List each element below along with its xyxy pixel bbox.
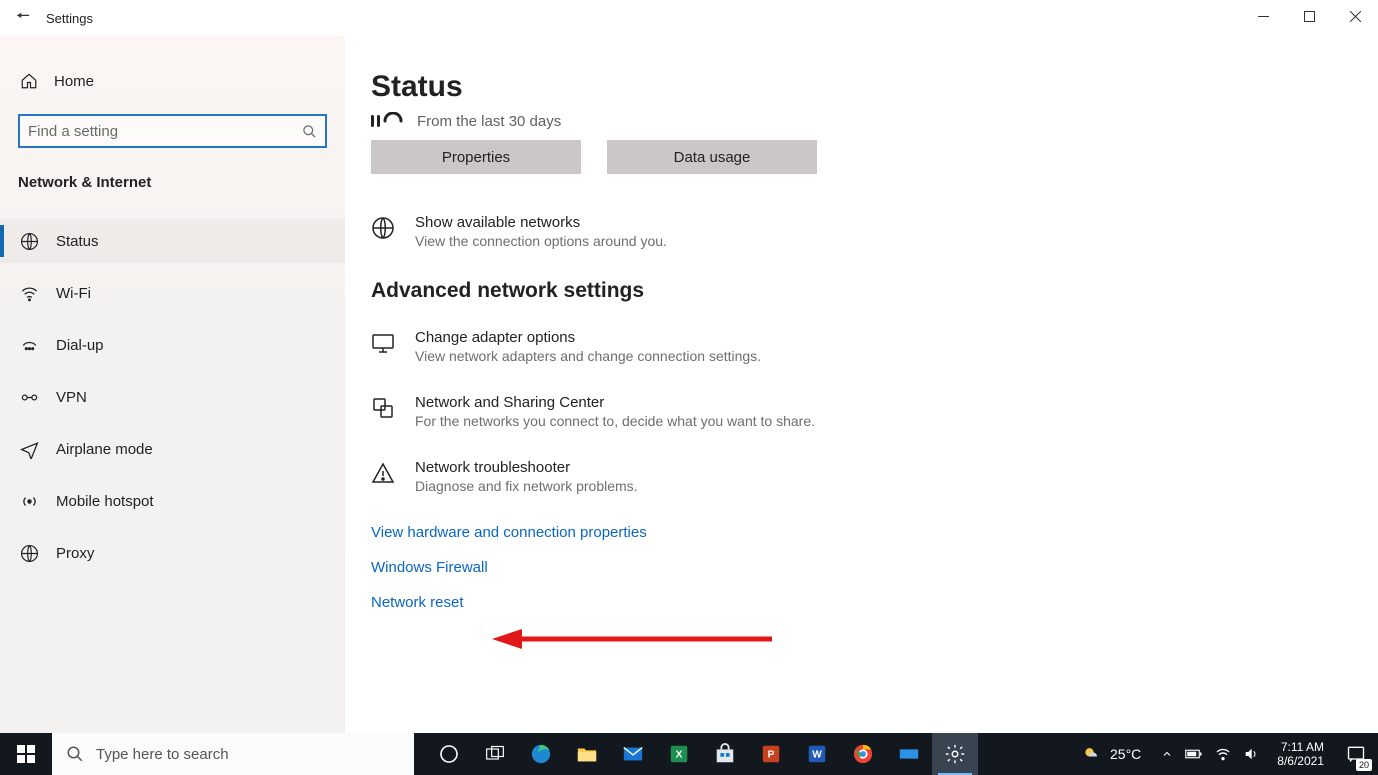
notification-count: 20 xyxy=(1356,759,1372,771)
status-subline-text: From the last 30 days xyxy=(417,113,561,130)
setting-title: Network troubleshooter xyxy=(415,459,638,476)
network-sharing-center[interactable]: Network and Sharing Center For the netwo… xyxy=(371,394,1352,429)
proxy-icon xyxy=(20,544,40,563)
taskbar-pinned: X P W xyxy=(426,733,978,775)
taskbar-tray: 25°C 7:11 AM 8/6/2021 20 xyxy=(1070,733,1378,775)
sidebar-item-label: Wi-Fi xyxy=(56,285,91,302)
taskbar: Type here to search X P W xyxy=(0,733,1378,775)
setting-title: Change adapter options xyxy=(415,329,761,346)
volume-icon[interactable] xyxy=(1243,746,1259,762)
taskbar-date: 8/6/2021 xyxy=(1277,754,1324,768)
sidebar-item-label: VPN xyxy=(56,389,87,406)
taskbar-search[interactable]: Type here to search xyxy=(52,733,414,775)
status-buttons: Properties Data usage xyxy=(371,140,1352,174)
sidebar-item-label: Status xyxy=(56,233,99,250)
tray-icons[interactable] xyxy=(1153,746,1267,762)
advanced-heading: Advanced network settings xyxy=(371,279,1352,303)
sidebar-item-status[interactable]: Status xyxy=(0,219,345,263)
globe-icon xyxy=(371,214,397,249)
setting-desc: For the networks you connect to, decide … xyxy=(415,413,815,429)
titlebar: 🠔 Settings xyxy=(0,0,1378,36)
sidebar-item-proxy[interactable]: Proxy xyxy=(0,531,345,575)
taskbar-edge[interactable] xyxy=(518,733,564,775)
battery-icon[interactable] xyxy=(1185,748,1203,760)
warning-icon xyxy=(371,459,397,494)
status-subline: From the last 30 days xyxy=(371,112,1352,130)
taskbar-task-view[interactable] xyxy=(472,733,518,775)
taskbar-settings[interactable] xyxy=(932,733,978,775)
window-controls xyxy=(1240,0,1378,32)
hotspot-icon xyxy=(20,492,40,511)
page-title: Status xyxy=(371,70,1352,104)
dialup-icon xyxy=(20,336,40,355)
search-input[interactable] xyxy=(28,123,302,140)
sidebar-item-vpn[interactable]: VPN xyxy=(0,375,345,419)
sidebar-item-label: Airplane mode xyxy=(56,441,153,458)
sidebar-item-label: Dial-up xyxy=(56,337,104,354)
sidebar-item-dialup[interactable]: Dial-up xyxy=(0,323,345,367)
taskbar-powerpoint[interactable]: P xyxy=(748,733,794,775)
chevron-up-icon[interactable] xyxy=(1161,748,1173,760)
search-box[interactable] xyxy=(18,114,327,148)
search-icon xyxy=(302,124,317,139)
home-icon xyxy=(20,72,38,90)
setting-title: Show available networks xyxy=(415,214,667,231)
data-usage-button[interactable]: Data usage xyxy=(607,140,817,174)
svg-text:W: W xyxy=(812,750,822,761)
taskbar-weather[interactable]: 25°C xyxy=(1070,744,1153,764)
sidebar-item-label: Proxy xyxy=(56,545,94,562)
setting-desc: View network adapters and change connect… xyxy=(415,348,761,364)
link-network-reset[interactable]: Network reset xyxy=(371,594,464,611)
taskbar-time: 7:11 AM xyxy=(1277,740,1324,754)
svg-text:P: P xyxy=(768,750,775,761)
taskbar-mail[interactable] xyxy=(610,733,656,775)
sidebar-item-airplane[interactable]: Airplane mode xyxy=(0,427,345,471)
sidebar-nav: Status Wi-Fi Dial-up VPN Airplane mode xyxy=(0,205,345,575)
change-adapter-options[interactable]: Change adapter options View network adap… xyxy=(371,329,1352,364)
airplane-icon xyxy=(20,440,40,459)
taskbar-word[interactable]: W xyxy=(794,733,840,775)
taskbar-chrome[interactable] xyxy=(840,733,886,775)
sidebar-item-wifi[interactable]: Wi-Fi xyxy=(0,271,345,315)
sidebar-item-label: Mobile hotspot xyxy=(56,493,154,510)
maximize-button[interactable] xyxy=(1286,0,1332,32)
back-button[interactable]: 🠔 xyxy=(0,5,46,32)
show-available-networks[interactable]: Show available networks View the connect… xyxy=(371,214,1352,249)
sidebar-section-title: Network & Internet xyxy=(0,166,345,205)
taskbar-notifications[interactable]: 20 xyxy=(1334,733,1378,775)
taskbar-store[interactable] xyxy=(702,733,748,775)
close-button[interactable] xyxy=(1332,0,1378,32)
svg-text:X: X xyxy=(676,750,683,761)
properties-button[interactable]: Properties xyxy=(371,140,581,174)
wifi-tray-icon[interactable] xyxy=(1215,746,1231,762)
minimize-button[interactable] xyxy=(1240,0,1286,32)
sidebar-home[interactable]: Home xyxy=(0,62,345,100)
globe-icon xyxy=(20,232,40,251)
sidebar-item-hotspot[interactable]: Mobile hotspot xyxy=(0,479,345,523)
wifi-icon xyxy=(20,284,40,303)
network-troubleshooter[interactable]: Network troubleshooter Diagnose and fix … xyxy=(371,459,1352,494)
link-hardware-properties[interactable]: View hardware and connection properties xyxy=(371,524,647,541)
taskbar-search-placeholder: Type here to search xyxy=(96,746,229,763)
taskbar-app[interactable] xyxy=(886,733,932,775)
link-windows-firewall[interactable]: Windows Firewall xyxy=(371,559,488,576)
window-title: Settings xyxy=(46,11,93,26)
sidebar: Home Network & Internet Status Wi-Fi Dia… xyxy=(0,36,345,733)
data-usage-icon xyxy=(371,112,403,130)
taskbar-clock[interactable]: 7:11 AM 8/6/2021 xyxy=(1267,740,1334,769)
taskbar-explorer[interactable] xyxy=(564,733,610,775)
weather-temp: 25°C xyxy=(1110,746,1141,762)
monitor-icon xyxy=(371,329,397,364)
search-icon xyxy=(66,745,84,763)
start-button[interactable] xyxy=(0,733,52,775)
sharing-icon xyxy=(371,394,397,429)
main-content: Status From the last 30 days Properties … xyxy=(345,36,1378,733)
setting-desc: View the connection options around you. xyxy=(415,233,667,249)
vpn-icon xyxy=(20,388,40,407)
sidebar-home-label: Home xyxy=(54,73,94,90)
taskbar-excel[interactable]: X xyxy=(656,733,702,775)
setting-title: Network and Sharing Center xyxy=(415,394,815,411)
taskbar-cortana[interactable] xyxy=(426,733,472,775)
setting-desc: Diagnose and fix network problems. xyxy=(415,478,638,494)
